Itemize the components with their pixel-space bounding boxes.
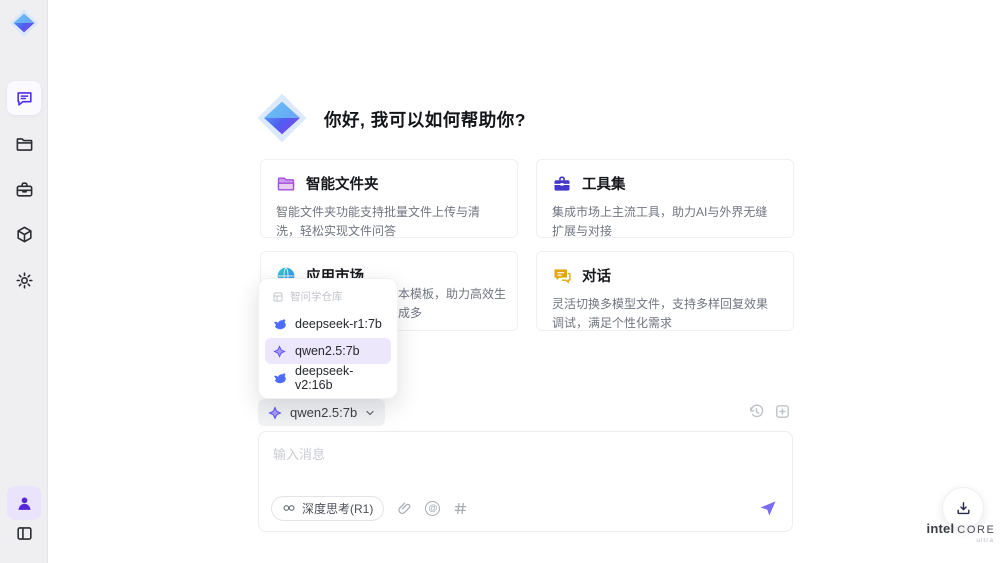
model-selector-label: qwen2.5:7b: [290, 405, 358, 420]
hash-icon: [454, 502, 467, 514]
chevron-down-icon: [366, 410, 374, 415]
chat-icon: [16, 91, 32, 106]
model-option-label: deepseek-r1:7b: [295, 317, 382, 331]
card-description: 灵活切换多模型文件，支持多样回复效果调试，满足个性化需求: [552, 297, 769, 330]
repository-icon: [273, 292, 283, 301]
yellow-chat-icon: [554, 268, 571, 284]
deep-think-toggle[interactable]: 深度思考(R1): [271, 495, 385, 521]
card-title: 对话: [582, 269, 611, 285]
purple-folder-icon: [277, 177, 295, 190]
greeting-logo-icon: [257, 93, 307, 143]
model-option-deepseek-r1[interactable]: deepseek-r1:7b: [265, 311, 391, 337]
model-dropdown: 智问学仓库 deepseek-r1:7b qwen2.5:7b deepseek…: [258, 278, 398, 399]
app-logo-icon: [9, 8, 39, 38]
deepseek-whale-icon: [274, 318, 286, 329]
model-option-deepseek-v2[interactable]: deepseek-v2:16b: [265, 364, 391, 392]
greeting-text: 你好, 我可以如何帮助你?: [324, 110, 526, 130]
card-title: 智能文件夹: [306, 177, 379, 193]
card-toolset[interactable]: 工具集 集成市场上主流工具，助力AI与外界无缝扩展与对接: [536, 159, 794, 238]
card-description: 智能文件夹功能支持批量文件上传与清洗，轻松实现文件问答: [276, 205, 481, 238]
model-dropdown-header[interactable]: 智问学仓库: [265, 286, 391, 310]
model-option-qwen[interactable]: qwen2.5:7b: [265, 338, 391, 364]
sidebar-item-toolset[interactable]: [7, 172, 41, 206]
message-input[interactable]: [259, 432, 792, 482]
sidebar-item-models[interactable]: [7, 217, 41, 251]
model-dropdown-header-label: 智问学仓库: [290, 291, 343, 303]
deep-think-label: 深度思考(R1): [302, 501, 374, 516]
core-wordmark: CORE: [957, 524, 996, 536]
history-icon[interactable]: [748, 403, 765, 420]
paperclip-icon: [398, 502, 411, 514]
indigo-briefcase-icon: [554, 176, 570, 191]
user-icon: [18, 496, 30, 510]
sidebar-item-folders[interactable]: [7, 127, 41, 161]
card-smart-folder[interactable]: 智能文件夹 智能文件夹功能支持批量文件上传与清洗，轻松实现文件问答: [260, 159, 518, 238]
mention-button[interactable]: @: [425, 500, 441, 516]
download-icon: [956, 501, 970, 514]
card-description: 集成市场上主流工具，助力AI与外界无缝扩展与对接: [552, 205, 768, 238]
panel-toggle-icon: [16, 526, 32, 540]
gear-icon: [15, 271, 33, 289]
model-selector[interactable]: qwen2.5:7b: [258, 399, 386, 426]
card-description-partial: 本模板，助力高效生成多: [398, 287, 507, 320]
sidebar: [0, 0, 48, 563]
send-icon: [760, 501, 776, 516]
sidebar-item-collapse[interactable]: [7, 516, 41, 550]
sidebar-item-account[interactable]: [7, 486, 41, 520]
qwen-star-icon: [268, 405, 282, 420]
model-option-label: deepseek-v2:16b: [295, 364, 354, 392]
cube-icon: [16, 226, 32, 242]
deepseek-whale-icon: [274, 372, 286, 383]
prompt-library-button[interactable]: [453, 501, 468, 516]
attach-file-button[interactable]: [397, 501, 412, 516]
composer-toolbar: 深度思考(R1) @: [271, 495, 778, 521]
intel-core-logo: intel CORE ultra: [926, 521, 996, 544]
card-chat[interactable]: 对话 灵活切换多模型文件，支持多样回复效果调试，满足个性化需求: [536, 251, 794, 331]
sidebar-item-settings[interactable]: [7, 263, 41, 297]
chat-toolbar: [748, 403, 791, 420]
message-composer: 深度思考(R1) @: [258, 431, 793, 532]
model-option-label: qwen2.5:7b: [295, 344, 360, 358]
new-chat-icon[interactable]: [774, 403, 791, 420]
at-icon: @: [425, 500, 441, 516]
send-button[interactable]: [758, 498, 778, 518]
intel-wordmark: intel: [926, 521, 955, 536]
briefcase-icon: [16, 181, 32, 197]
sidebar-item-chat[interactable]: [7, 81, 41, 115]
card-title: 工具集: [582, 177, 626, 193]
infinity-icon: [283, 505, 295, 511]
ultra-wordmark: ultra: [976, 537, 994, 544]
qwen-star-icon: [273, 344, 286, 358]
folder-icon: [16, 137, 32, 151]
